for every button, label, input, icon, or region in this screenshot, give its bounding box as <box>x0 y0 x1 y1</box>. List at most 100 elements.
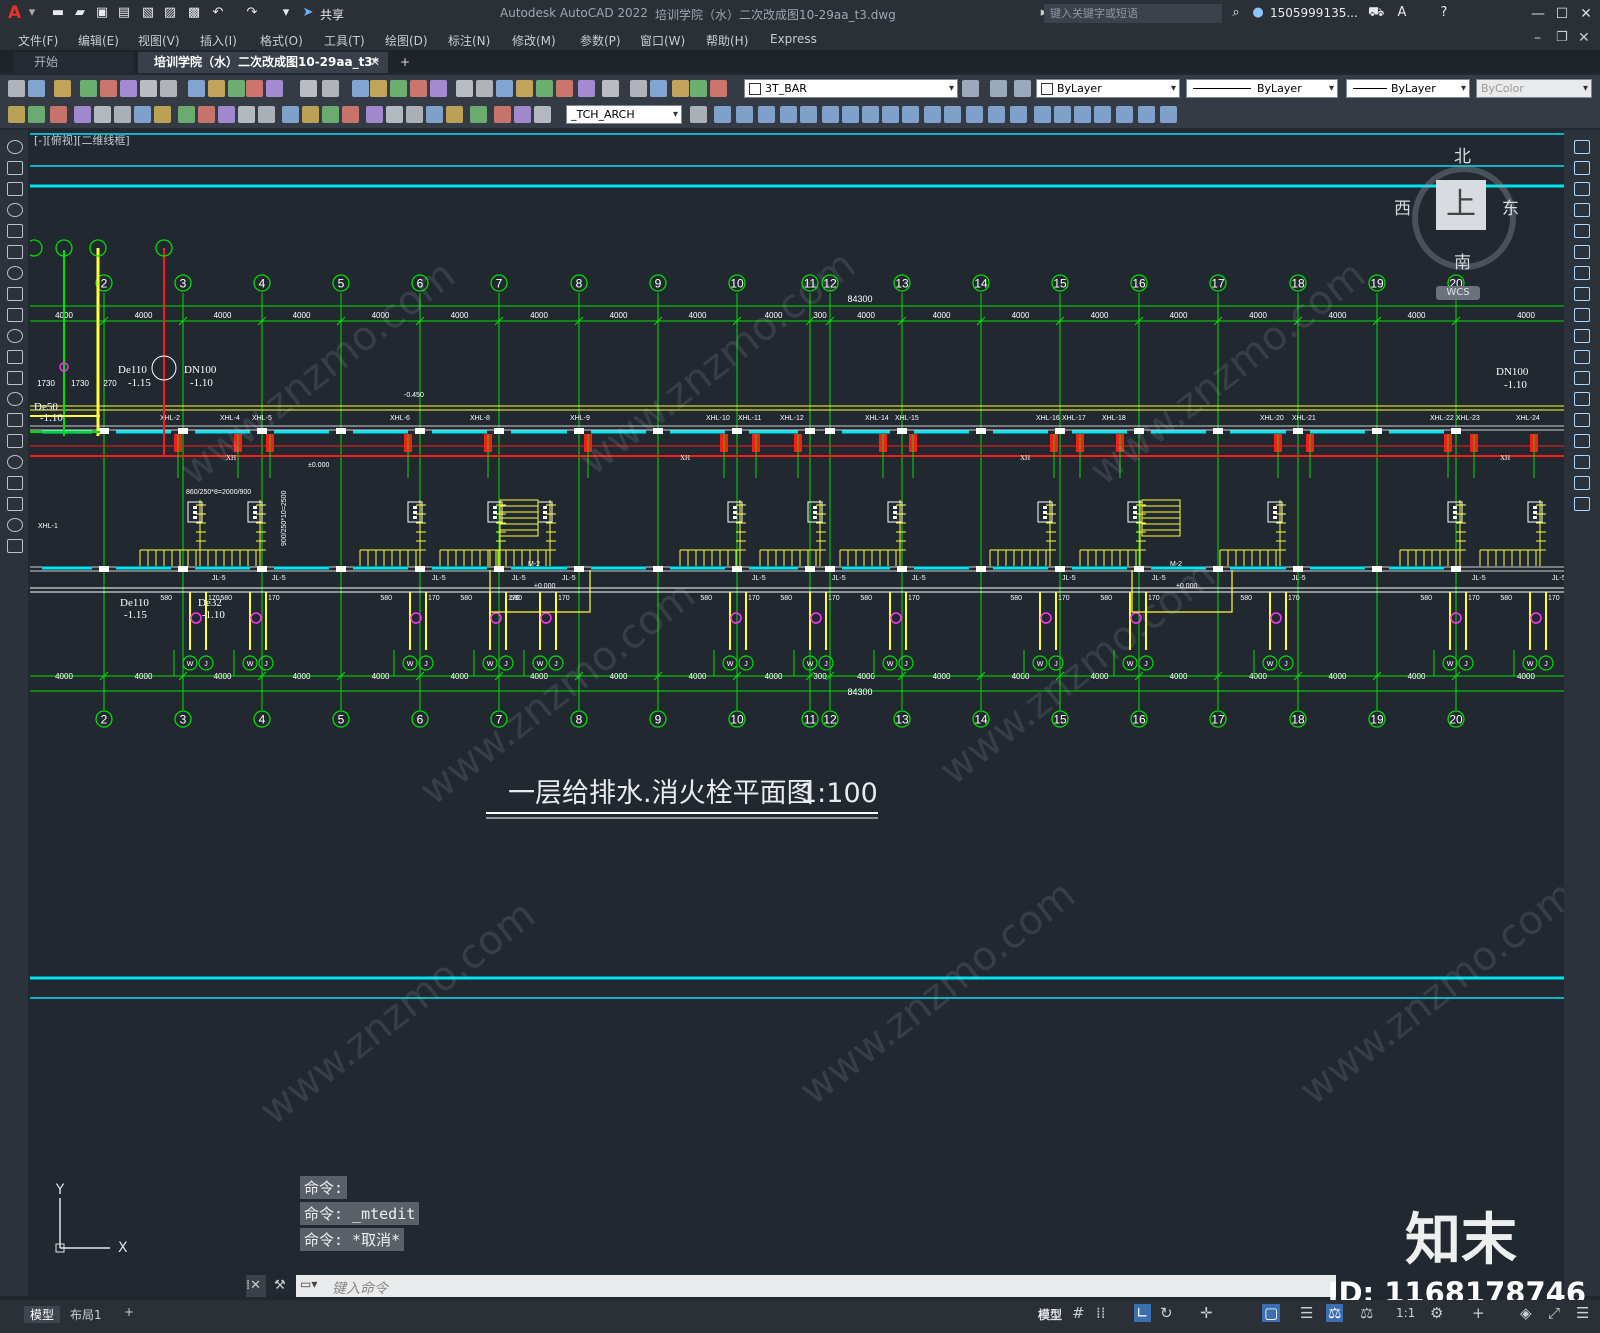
toolbar-tool-icon[interactable] <box>578 80 595 97</box>
redo-icon[interactable]: ↷ <box>244 5 260 21</box>
command-customize-icon[interactable]: ⚒ <box>274 1275 292 1297</box>
toolbar-tool-icon[interactable] <box>94 106 111 123</box>
viewcube[interactable]: 上 北 南 东 西 WCS <box>1394 146 1522 306</box>
toolbar-tool-icon[interactable] <box>902 106 919 123</box>
toolbar-tool-icon[interactable] <box>322 80 339 97</box>
toolbar-tool-icon[interactable] <box>516 80 533 97</box>
tab-start[interactable]: 开始 <box>14 52 134 73</box>
toolbar-tool-icon[interactable] <box>238 106 255 123</box>
selection-cycling-icon[interactable]: ▢ <box>1262 1304 1281 1322</box>
toolbar-tool-icon[interactable] <box>154 106 171 123</box>
doc-minimize-icon[interactable]: – <box>1534 30 1541 46</box>
modify-tool-icon[interactable] <box>1574 224 1590 238</box>
maximize-icon[interactable]: ☐ <box>1550 4 1574 24</box>
modify-tool-icon[interactable] <box>1574 182 1590 196</box>
modify-tool-icon[interactable] <box>1574 476 1590 490</box>
toolbar-tool-icon[interactable] <box>134 106 151 123</box>
menu-view[interactable]: 视图(V) <box>138 32 180 49</box>
save-icon[interactable]: ▣ <box>94 5 110 21</box>
new-file-icon[interactable]: ▬ <box>50 5 66 21</box>
draw-tool-icon[interactable] <box>7 476 23 490</box>
workspace-gear-icon[interactable]: ⚙ <box>1430 1304 1443 1322</box>
toolbar-tool-icon[interactable] <box>988 106 1005 123</box>
toolbar-tool-icon[interactable] <box>476 80 493 97</box>
modify-tool-icon[interactable] <box>1574 245 1590 259</box>
draw-tool-icon[interactable] <box>7 413 23 427</box>
menu-parametric[interactable]: 参数(P) <box>580 32 621 49</box>
modify-tool-icon[interactable] <box>1574 371 1590 385</box>
toolbar-tool-icon[interactable] <box>672 80 689 97</box>
toolbar-tool-icon[interactable] <box>28 106 45 123</box>
polar-icon[interactable]: ↻ <box>1160 1304 1173 1322</box>
draw-tool-icon[interactable] <box>7 182 23 196</box>
toolbar-tool-icon[interactable] <box>100 80 117 97</box>
toolbar-tool-icon[interactable] <box>258 106 275 123</box>
toolbar-tool-icon[interactable] <box>924 106 941 123</box>
model-space-button[interactable]: 模型 <box>1038 1306 1062 1323</box>
autodesk-account-icon[interactable]: A <box>1394 5 1410 21</box>
toolbar-tool-icon[interactable] <box>218 106 235 123</box>
draw-tool-icon[interactable] <box>7 224 23 238</box>
toolbar-tool-icon[interactable] <box>366 106 383 123</box>
toolbar-tool-icon[interactable] <box>690 80 707 97</box>
toolbar-tool-icon[interactable] <box>352 80 369 97</box>
command-input[interactable]: ▭▾ 键入命令 <box>296 1275 1336 1297</box>
toolbar-tool-icon[interactable] <box>690 106 707 123</box>
draw-tool-icon[interactable] <box>7 371 23 385</box>
toolbar-tool-icon[interactable] <box>536 80 553 97</box>
toolbar-tool-icon[interactable] <box>114 106 131 123</box>
annotation-scale-value[interactable]: 1:1 <box>1396 1306 1415 1320</box>
toolbar-tool-icon[interactable] <box>470 106 487 123</box>
draw-tool-icon[interactable] <box>7 434 23 448</box>
osnap-icon[interactable]: ✛ <box>1200 1304 1213 1322</box>
recent-commands-icon[interactable]: ▭▾ <box>300 1277 317 1291</box>
toolbar-tool-icon[interactable] <box>1034 106 1051 123</box>
toolbar-tool-icon[interactable] <box>556 80 573 97</box>
open-file-icon[interactable]: ▰ <box>72 5 88 21</box>
help-icon[interactable]: ? <box>1436 5 1452 21</box>
modify-tool-icon[interactable] <box>1574 413 1590 427</box>
toolbar-tool-icon[interactable] <box>456 80 473 97</box>
toolbar-tool-icon[interactable] <box>1116 106 1133 123</box>
user-icon[interactable]: ● <box>1250 5 1266 21</box>
layer-dropdown[interactable]: 3T_BAR <box>744 79 958 98</box>
toolbar-tool-icon[interactable] <box>74 106 91 123</box>
toolbar-tool-icon[interactable] <box>842 106 859 123</box>
textstyle-dropdown[interactable]: _TCH_ARCH <box>566 105 682 124</box>
toolbar-tool-icon[interactable] <box>822 106 839 123</box>
toolbar-tool-icon[interactable] <box>758 106 775 123</box>
menu-file[interactable]: 文件(F) <box>18 32 58 49</box>
cart-icon[interactable]: ⛟ <box>1368 5 1384 21</box>
toolbar-tool-icon[interactable] <box>1054 106 1071 123</box>
draw-tool-icon[interactable] <box>7 350 23 364</box>
plotstyle-dropdown[interactable]: ByColor <box>1476 79 1592 98</box>
toolbar-tool-icon[interactable] <box>390 80 407 97</box>
toolbar-tool-icon[interactable] <box>430 80 447 97</box>
draw-tool-icon[interactable] <box>7 455 23 469</box>
toolbar-tool-icon[interactable] <box>282 106 299 123</box>
modify-tool-icon[interactable] <box>1574 266 1590 280</box>
close-icon[interactable]: ✕ <box>1574 4 1598 24</box>
share-button[interactable]: 共享 <box>320 6 344 23</box>
toolbar-tool-icon[interactable] <box>198 106 215 123</box>
annotation-visibility-icon[interactable]: ⚖ <box>1360 1304 1373 1322</box>
toolbar-tool-icon[interactable] <box>780 106 797 123</box>
toolbar-tool-icon[interactable] <box>966 106 983 123</box>
toolbar-tool-icon[interactable] <box>494 106 511 123</box>
draw-tool-icon[interactable] <box>7 329 23 343</box>
command-close-icon[interactable]: ⁞✕ <box>246 1275 266 1297</box>
drawing-canvas[interactable]: 4000 4000 4000 4000 4000 4000 4000 4000 4000 4000… <box>30 130 1564 1290</box>
save-as-icon[interactable]: ▤ <box>116 5 132 21</box>
toolbar-tool-icon[interactable] <box>630 80 647 97</box>
lineweight-toggle-icon[interactable]: ☰ <box>1300 1304 1313 1322</box>
draw-tool-icon[interactable] <box>7 497 23 511</box>
layout-tab-model[interactable]: 模型 <box>24 1306 60 1323</box>
layer-tool-icon[interactable] <box>990 80 1007 97</box>
draw-tool-icon[interactable] <box>7 518 23 532</box>
toolbar-tool-icon[interactable] <box>300 80 317 97</box>
draw-tool-icon[interactable] <box>7 266 23 280</box>
toolbar-tool-icon[interactable] <box>496 80 513 97</box>
toolbar-tool-icon[interactable] <box>188 80 205 97</box>
autocad-logo-icon[interactable]: A <box>8 3 21 23</box>
minimize-icon[interactable]: — <box>1526 4 1550 24</box>
